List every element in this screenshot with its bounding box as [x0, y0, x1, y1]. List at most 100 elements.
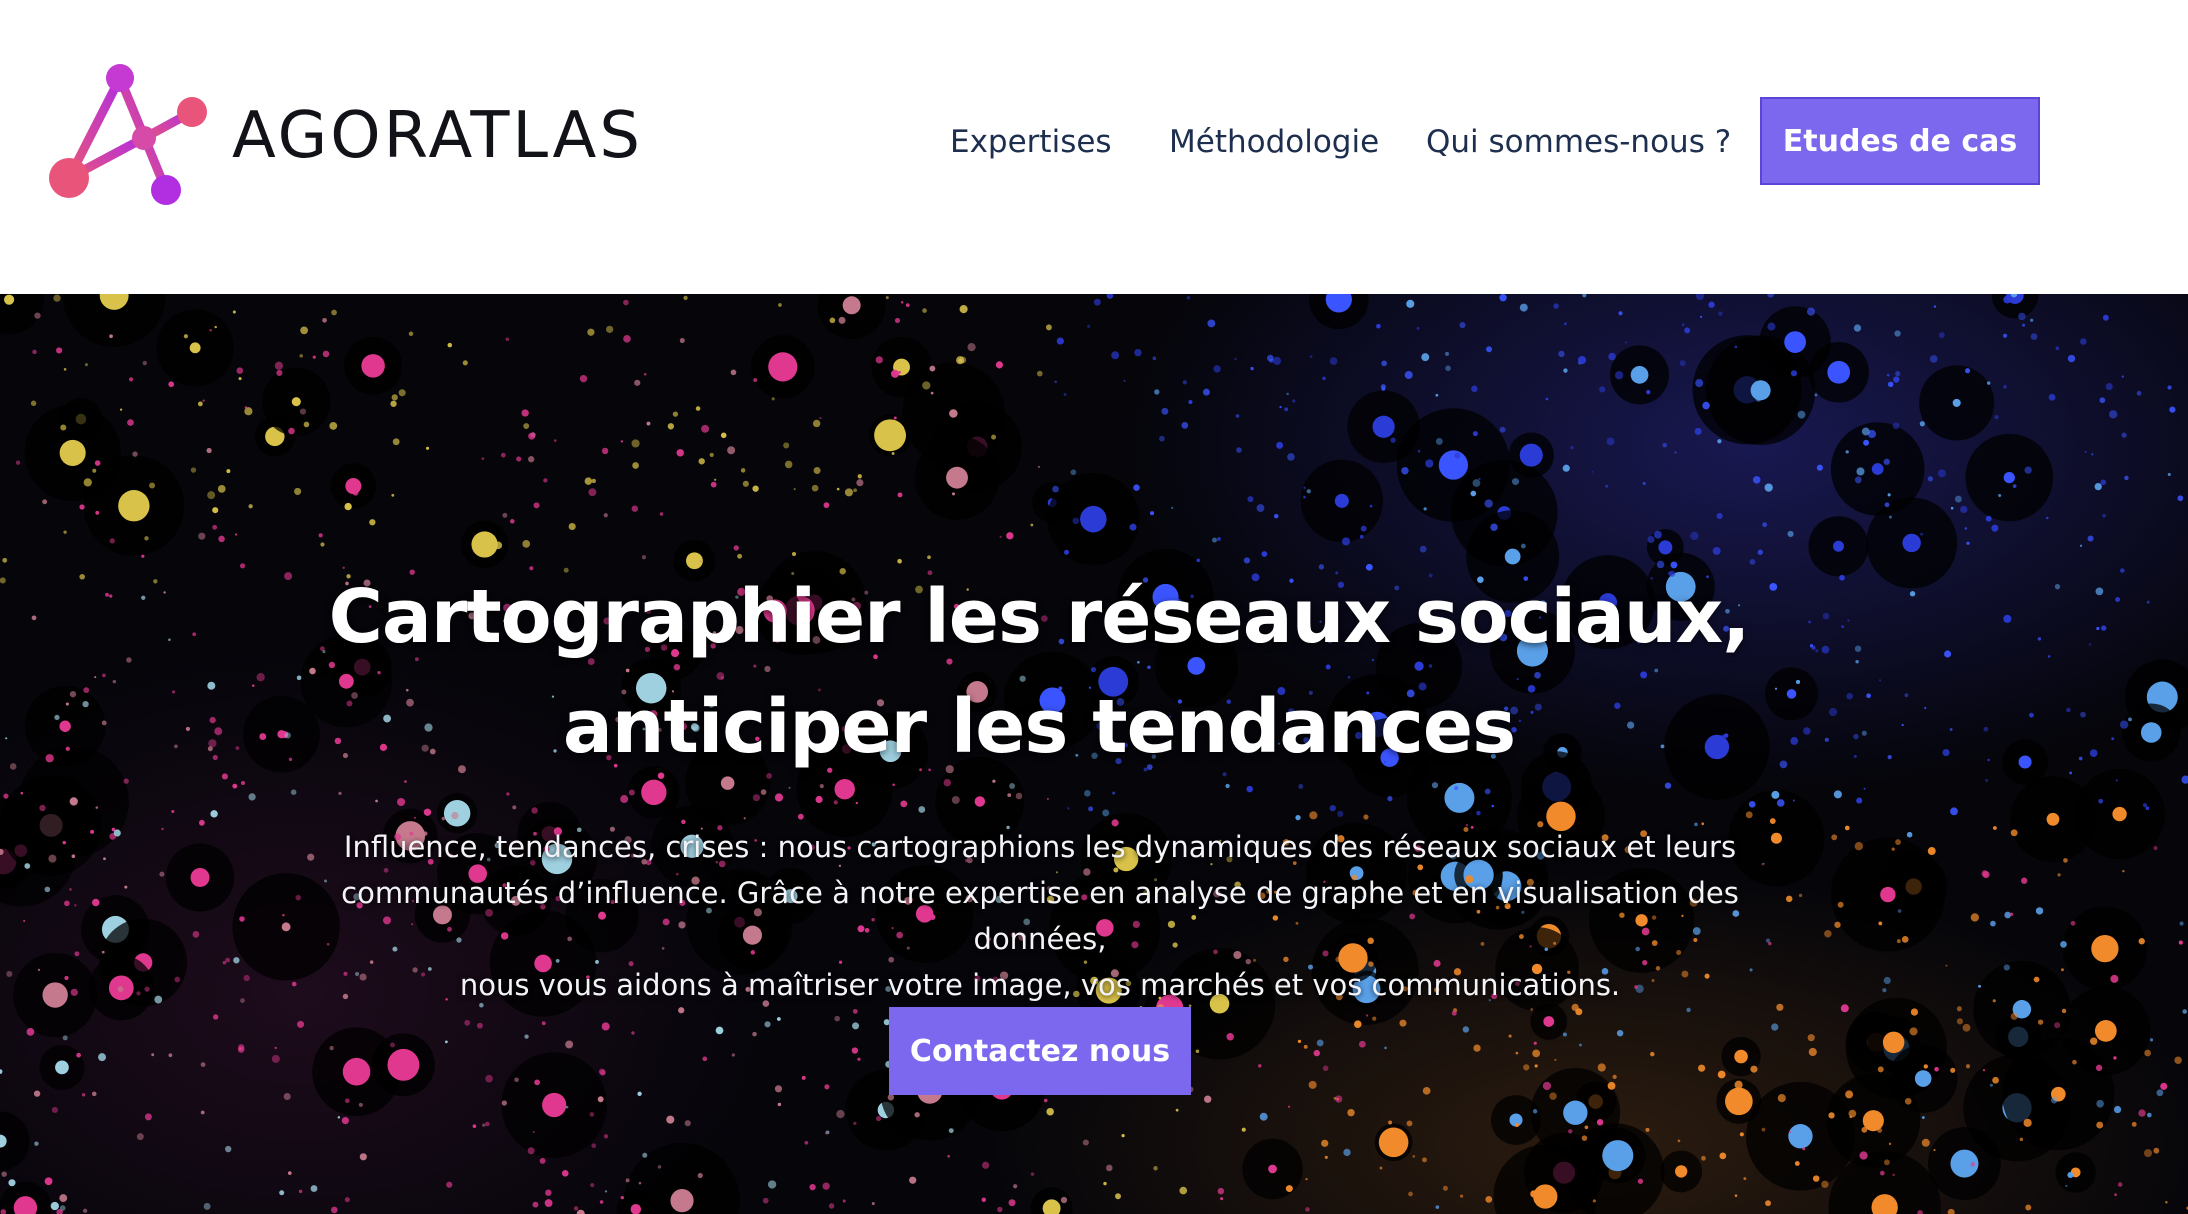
- graph-dot: [1087, 324, 1091, 328]
- graph-node: [1080, 505, 1107, 533]
- graph-dot: [144, 1113, 152, 1121]
- graph-dot: [1213, 365, 1221, 373]
- graph-dot: [1195, 1049, 1200, 1054]
- graph-dot: [1965, 1064, 1971, 1069]
- graph-dot: [2138, 1109, 2146, 1117]
- graph-dot: [2010, 829, 2018, 837]
- graph-node: [1533, 1184, 1558, 1209]
- graph-dot: [1863, 787, 1866, 790]
- graph-dot: [634, 379, 641, 386]
- graph-dot: [1376, 323, 1381, 329]
- graph-dot: [1416, 326, 1420, 330]
- network-a-logo-icon[interactable]: [48, 60, 210, 212]
- etudes-de-cas-button[interactable]: Etudes de cas: [1760, 97, 2040, 185]
- graph-dot: [568, 522, 576, 531]
- graph-dot: [2095, 1064, 2103, 1072]
- graph-dot: [1490, 523, 1498, 531]
- graph-dot: [2070, 920, 2076, 926]
- contact-button[interactable]: Contactez nous: [889, 1007, 1191, 1095]
- graph-dot: [209, 329, 212, 332]
- graph-dot: [1063, 549, 1070, 555]
- graph-dot: [136, 1133, 144, 1141]
- graph-dot: [1965, 368, 1971, 374]
- graph-dot: [2169, 406, 2176, 413]
- graph-dot: [842, 1199, 846, 1203]
- graph-dot: [727, 446, 736, 455]
- graph-node: [59, 720, 71, 732]
- graph-dot: [344, 1197, 350, 1203]
- graph-dot: [1334, 1095, 1343, 1103]
- graph-dot: [1577, 356, 1587, 365]
- graph-dot: [214, 325, 217, 329]
- graph-dot: [1046, 797, 1049, 800]
- graph-dot: [1878, 679, 1882, 682]
- nav-link-methodologie[interactable]: Méthodologie: [1169, 118, 1379, 166]
- graph-dot: [584, 477, 593, 485]
- graph-dot: [225, 957, 231, 963]
- nav-link-expertises[interactable]: Expertises: [950, 118, 1112, 166]
- graph-dot: [1013, 1184, 1018, 1189]
- graph-dot: [252, 684, 255, 688]
- graph-dot: [1861, 1126, 1868, 1133]
- graph-node: [1438, 450, 1469, 480]
- graph-dot: [1404, 370, 1413, 380]
- graph-dot: [198, 819, 205, 826]
- graph-dot: [64, 900, 70, 907]
- graph-dot: [2067, 354, 2076, 363]
- graph-dot: [573, 1206, 579, 1211]
- graph-dot: [1919, 421, 1925, 427]
- graph-dot: [1684, 327, 1691, 334]
- graph-node: [641, 779, 667, 806]
- graph-dot: [1982, 871, 1990, 879]
- graph-dot: [397, 797, 406, 807]
- graph-dot: [274, 1046, 277, 1050]
- graph-dot: [1642, 481, 1646, 485]
- graph-dot: [1854, 645, 1862, 652]
- graph-dot: [65, 702, 69, 706]
- graph-dot: [274, 361, 283, 370]
- graph-dot: [894, 317, 901, 324]
- graph-dot: [2113, 1056, 2117, 1060]
- graph-dot: [1985, 515, 1992, 522]
- graph-dot: [1381, 360, 1387, 367]
- graph-dot: [1212, 537, 1218, 543]
- graph-dot: [392, 438, 400, 446]
- graph-dot: [1716, 513, 1723, 520]
- graph-dot: [1442, 1185, 1448, 1191]
- graph-dot: [527, 456, 535, 463]
- graph-dot: [1486, 346, 1493, 353]
- graph-dot: [752, 794, 761, 802]
- graph-dot: [2003, 333, 2008, 338]
- graph-dot: [1530, 1008, 1534, 1011]
- graph-dot: [1787, 530, 1794, 538]
- graph-dot: [774, 793, 784, 802]
- graph-dot: [2010, 1012, 2018, 1020]
- graph-dot: [464, 1019, 471, 1026]
- brand-name[interactable]: AGORATLAS: [232, 96, 643, 176]
- graph-dot: [1363, 814, 1369, 820]
- graph-dot: [506, 792, 510, 796]
- graph-dot: [948, 1128, 954, 1134]
- graph-dot: [1554, 1058, 1557, 1061]
- graph-dot: [1806, 307, 1816, 316]
- graph-dot: [1978, 984, 1981, 988]
- graph-dot: [824, 1131, 828, 1135]
- graph-dot: [90, 829, 95, 834]
- graph-dot: [344, 1098, 350, 1104]
- graph-dot: [1605, 484, 1609, 488]
- graph-dot: [83, 687, 90, 694]
- graph-dot: [63, 530, 67, 534]
- graph-dot: [1798, 893, 1803, 898]
- nav-link-qui-sommes-nous[interactable]: Qui sommes-nous ?: [1426, 118, 1731, 166]
- graph-dot: [505, 337, 510, 342]
- graph-dot: [501, 1100, 507, 1106]
- graph-dot: [2110, 974, 2119, 983]
- graph-dot: [248, 504, 253, 509]
- graph-dot: [198, 532, 206, 540]
- graph-dot: [2030, 318, 2034, 322]
- graph-dot: [2061, 968, 2064, 972]
- graph-dot: [1891, 847, 1895, 851]
- graph-dot: [967, 343, 976, 352]
- graph-node: [1914, 1070, 1932, 1087]
- graph-dot: [94, 460, 101, 466]
